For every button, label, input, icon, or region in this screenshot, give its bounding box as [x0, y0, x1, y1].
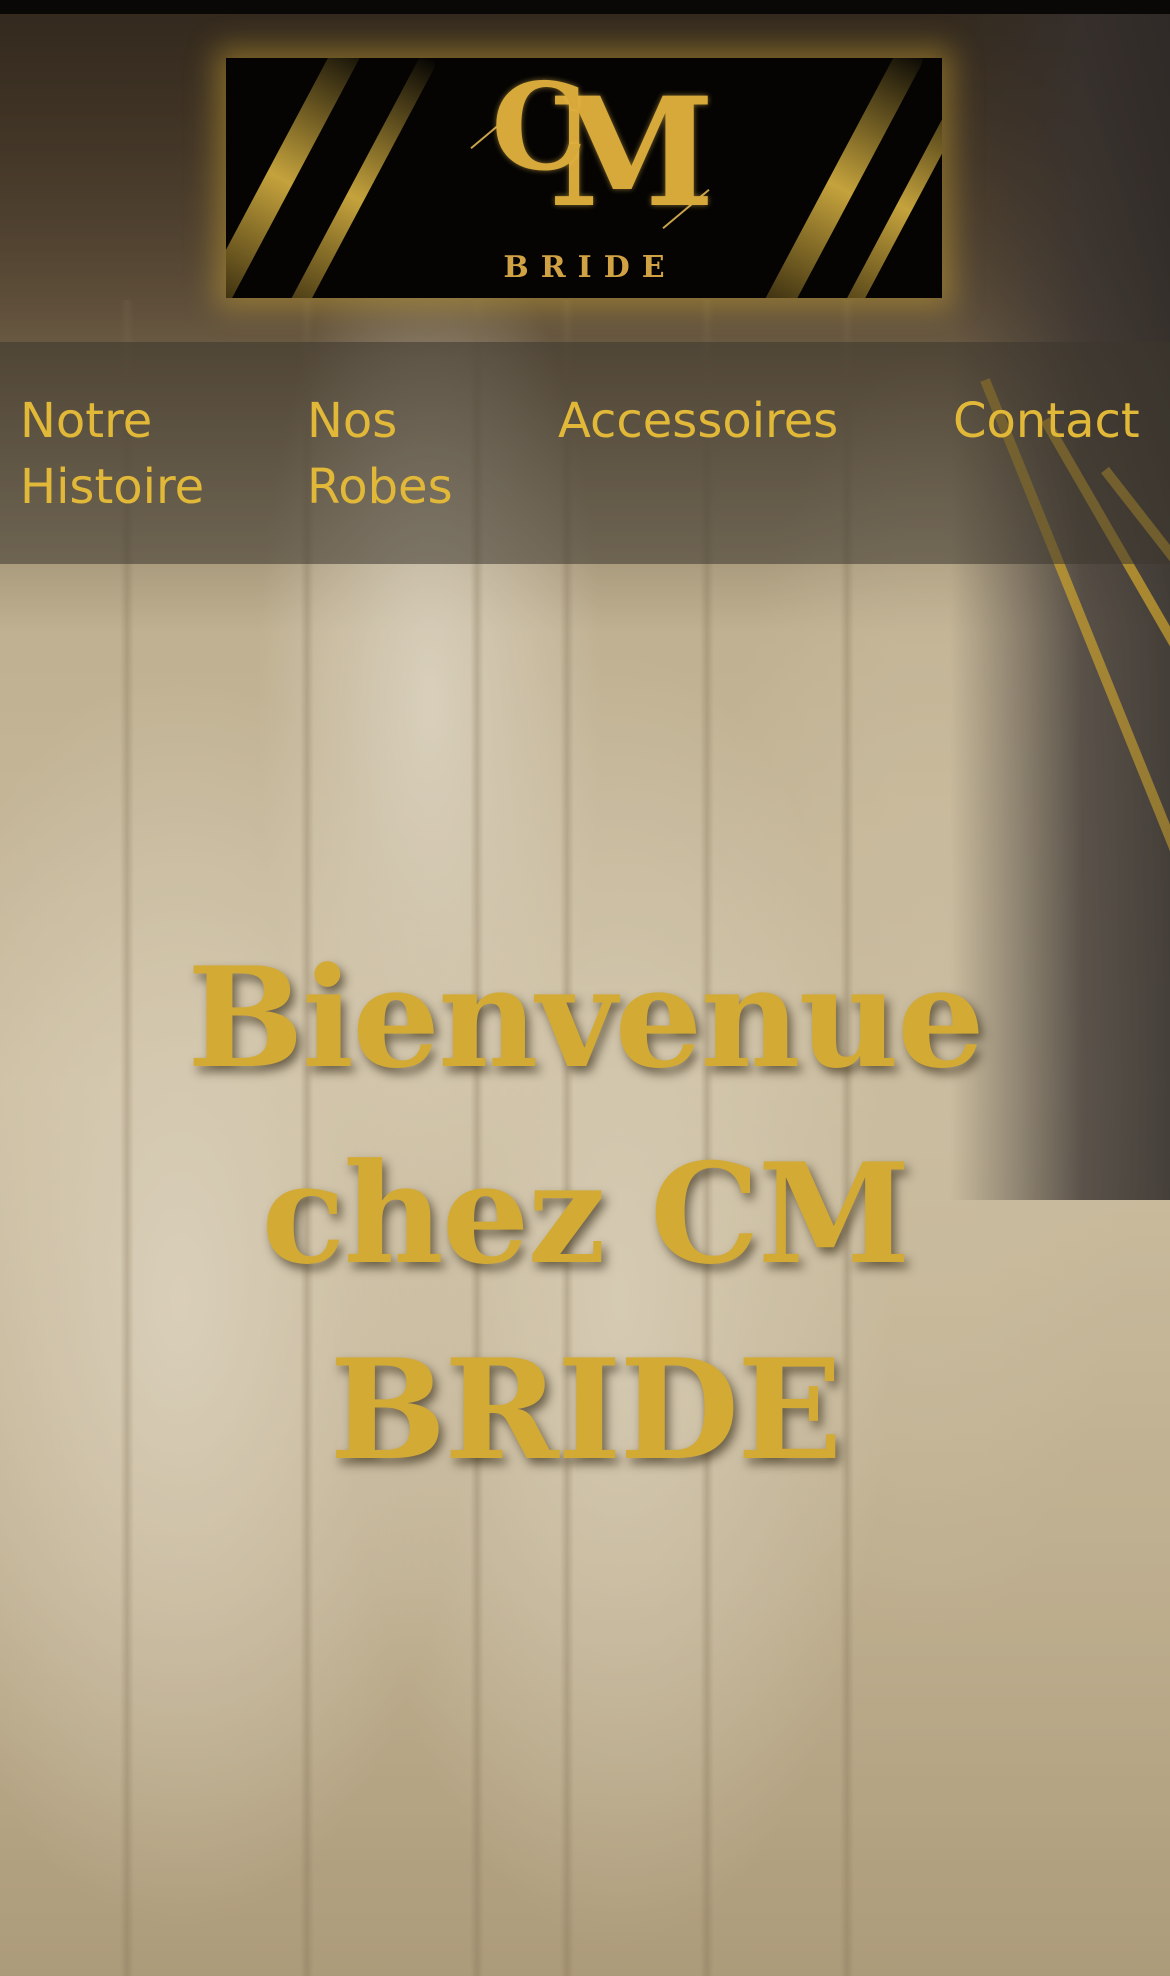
top-border	[0, 0, 1170, 14]
logo-monogram: CM	[226, 58, 942, 249]
nav-item-contact[interactable]: Contact	[953, 388, 1163, 454]
nav-item-accessoires[interactable]: Accessoires	[558, 388, 878, 454]
nav-item-nos-robes[interactable]: Nos Robes	[307, 388, 507, 520]
page: CM BRIDE Notre Histoire Nos Robes Access…	[0, 0, 1170, 1976]
main-navigation: Notre Histoire Nos Robes Accessoires Con…	[0, 342, 1170, 564]
logo-brand-text: BRIDE	[503, 250, 677, 285]
hero-title: Bienvenue chez CM BRIDE	[187, 936, 985, 1491]
logo-monogram-m: M	[548, 65, 715, 241]
logo-monogram-c: C	[491, 58, 586, 198]
cm-bride-logo[interactable]: CM BRIDE	[226, 58, 942, 298]
nav-item-notre-histoire[interactable]: Notre Histoire	[20, 388, 260, 520]
